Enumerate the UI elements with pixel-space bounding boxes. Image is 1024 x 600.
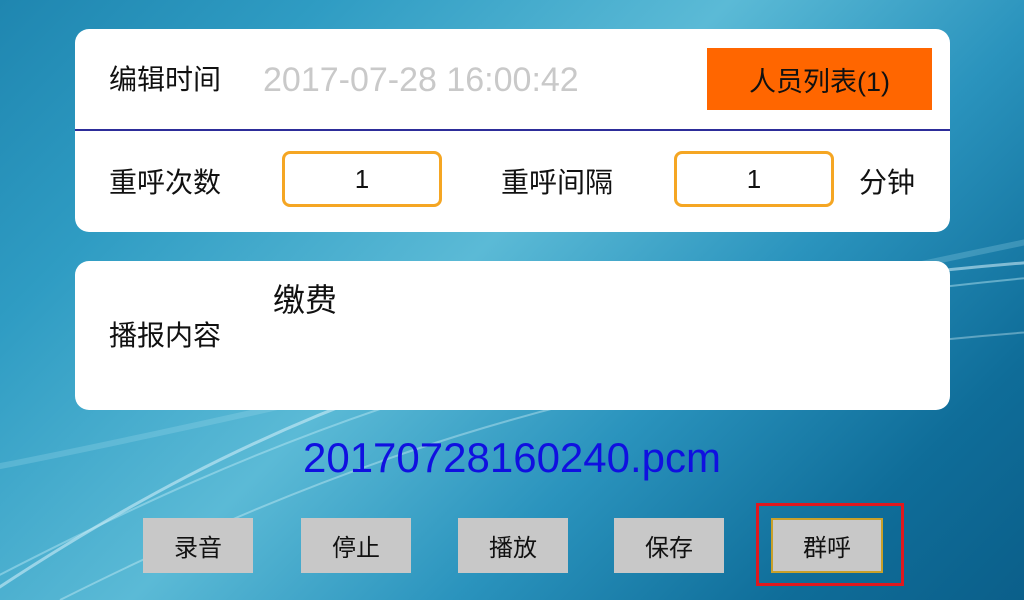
retry-count-label: 重呼次数 — [109, 166, 222, 199]
retry-interval-label: 重呼间隔 — [501, 166, 614, 199]
divider — [75, 129, 950, 131]
retry-interval-field[interactable]: 1 — [674, 151, 834, 207]
interval-unit-label: 分钟 — [859, 166, 916, 199]
broadcast-content-text[interactable]: 缴费 — [273, 275, 337, 321]
personnel-list-button[interactable]: 人员列表(1) — [707, 48, 932, 110]
broadcast-content-label: 播报内容 — [109, 319, 222, 352]
retry-count-field[interactable]: 1 — [282, 151, 442, 207]
recording-filename: 20170728160240.pcm — [302, 434, 722, 481]
record-button[interactable]: 录音 — [143, 518, 253, 573]
play-button[interactable]: 播放 — [458, 518, 568, 573]
edit-time-label: 编辑时间 — [109, 63, 222, 96]
settings-panel: 编辑时间 2017-07-28 16:00:42 人员列表(1) 重呼次数 1 … — [75, 29, 950, 232]
edit-time-value: 2017-07-28 16:00:42 — [263, 61, 579, 99]
broadcast-content-panel[interactable]: 播报内容 缴费 — [75, 261, 950, 410]
save-button[interactable]: 保存 — [614, 518, 724, 573]
group-call-button[interactable]: 群呼 — [771, 518, 883, 573]
stop-button[interactable]: 停止 — [301, 518, 411, 573]
